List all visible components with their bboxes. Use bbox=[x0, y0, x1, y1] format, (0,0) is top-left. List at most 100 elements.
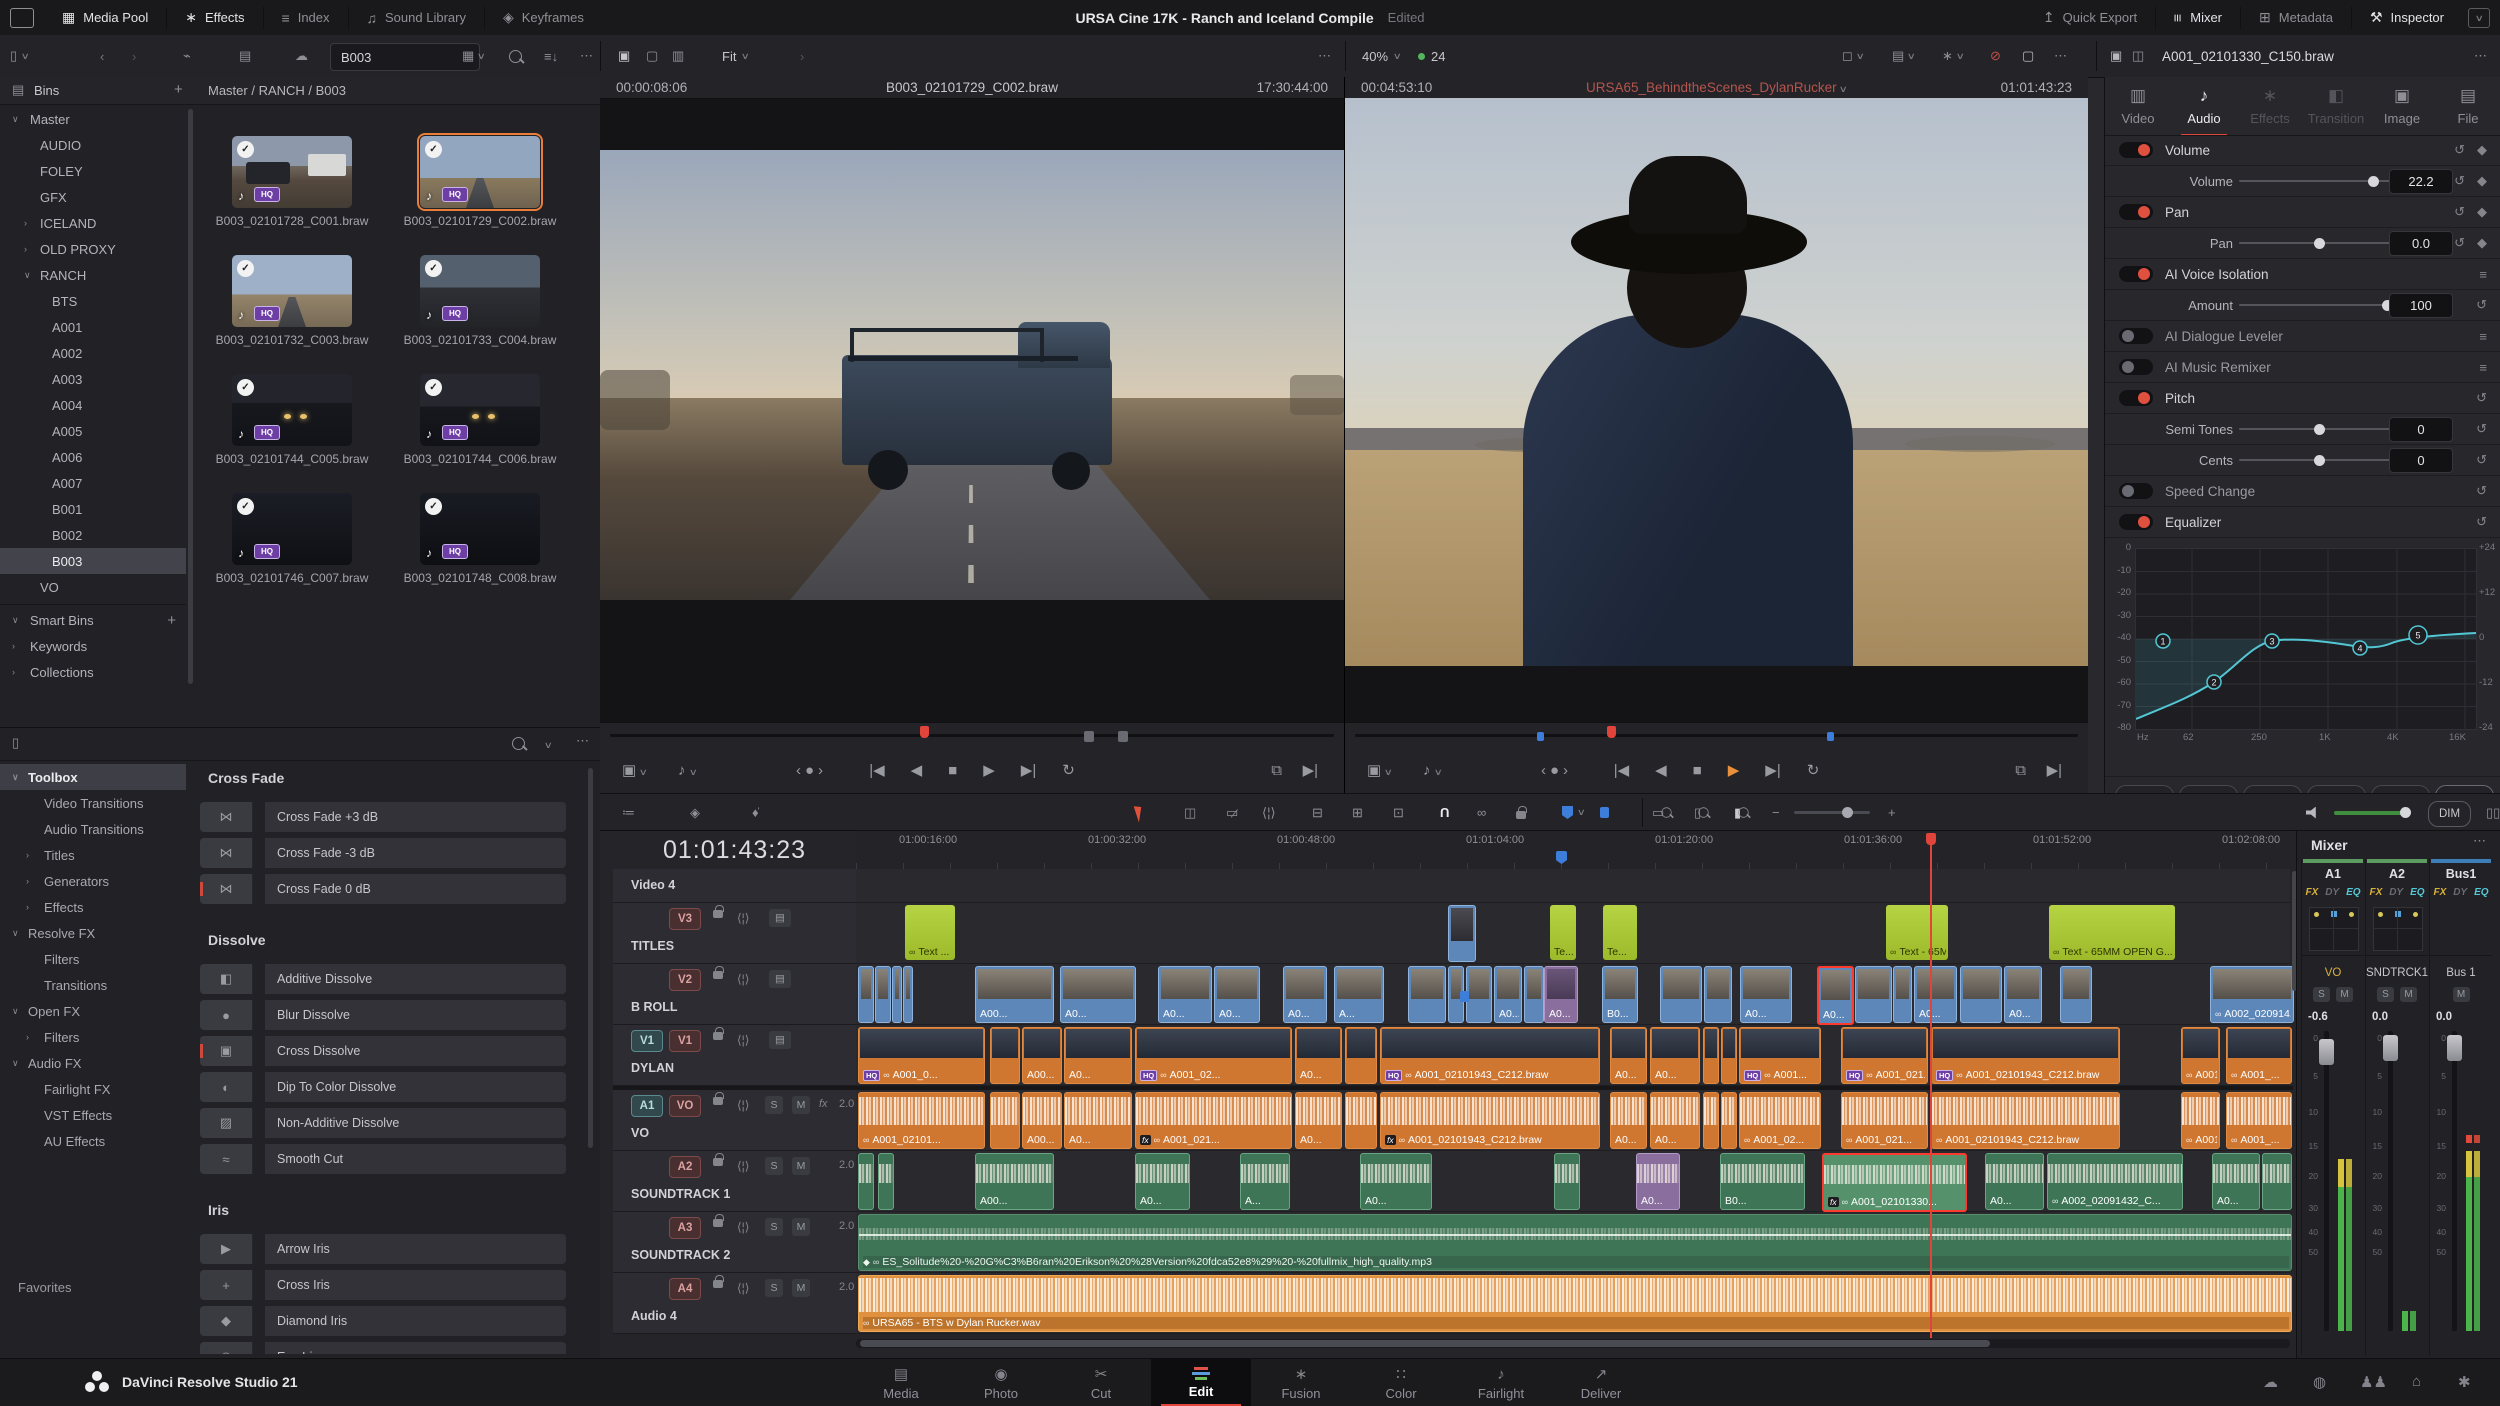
breadcrumb[interactable]: Master / RANCH / B003 bbox=[208, 83, 346, 98]
timeline-clip-a0[interactable]: A0... bbox=[1650, 1092, 1700, 1149]
auto-select-icon[interactable]: ⟨¦⟩ bbox=[737, 1281, 749, 1295]
chevron-down-icon[interactable]: ∨ bbox=[12, 114, 19, 125]
auto-select-icon[interactable]: ⟨¦⟩ bbox=[737, 1159, 749, 1173]
timeline-clip[interactable] bbox=[1466, 966, 1492, 1023]
zoom-out-icon[interactable]: − bbox=[1772, 794, 1780, 831]
mute-button[interactable]: M bbox=[792, 1218, 810, 1236]
top-button-sound-library[interactable]: ♫Sound Library bbox=[353, 0, 480, 35]
slider-track[interactable] bbox=[2239, 428, 2401, 430]
box-overlay-icon[interactable]: ▢ bbox=[2022, 35, 2034, 77]
timeline-clip-te[interactable]: Te... bbox=[1603, 905, 1637, 960]
timeline-clip[interactable] bbox=[2262, 1153, 2292, 1210]
nav-media[interactable]: ▤Media bbox=[851, 1359, 951, 1406]
timeline-clip[interactable] bbox=[1855, 966, 1892, 1023]
timeline-clip-te[interactable]: Te... bbox=[1550, 905, 1576, 960]
timeline-hscrollbar[interactable] bbox=[856, 1339, 2290, 1348]
source-clip-name[interactable]: B003_02101729_C002.braw bbox=[886, 80, 1058, 95]
cast-icon[interactable] bbox=[10, 8, 34, 28]
timeline-name[interactable]: URSA65_BehindtheScenes_DylanRucker ∨ bbox=[1586, 80, 1847, 95]
reset-icon[interactable]: ↺ bbox=[2476, 483, 2487, 499]
effects-search-chevron[interactable]: ∨ bbox=[544, 740, 553, 751]
ruler-marker-flag[interactable] bbox=[1556, 851, 1567, 864]
timeline-clip-a002020914[interactable]: ∞A002_02091432_C... bbox=[2047, 1153, 2183, 1210]
timeline-clip-a001021019[interactable]: HQ∞A001_02101943_C212.braw bbox=[1380, 1027, 1600, 1084]
pan-grid[interactable] bbox=[2373, 907, 2423, 951]
chevron-down-icon[interactable]: ∨ bbox=[24, 270, 31, 281]
fader-handle[interactable] bbox=[2383, 1035, 2398, 1061]
timeline-clip[interactable] bbox=[990, 1027, 1020, 1084]
strip-badge-fx[interactable]: FX bbox=[2433, 887, 2446, 898]
timeline-clip[interactable] bbox=[1448, 905, 1476, 962]
auto-select-icon[interactable]: ⟨¦⟩ bbox=[737, 1033, 749, 1047]
match-frame-icon[interactable]: ⧉ bbox=[1271, 762, 1282, 779]
reset-icon[interactable]: ↺ bbox=[2454, 142, 2465, 158]
forward-icon[interactable]: › bbox=[132, 35, 136, 77]
top-button-index[interactable]: ≡Index bbox=[268, 0, 344, 35]
add-smart-bin-icon[interactable]: + bbox=[167, 612, 176, 629]
slider-handle[interactable] bbox=[2314, 424, 2325, 435]
bin-item-a004[interactable]: A004 bbox=[0, 392, 186, 418]
effect-item-additive-dissolve[interactable]: ◧Additive Dissolve bbox=[200, 964, 566, 994]
toggle-volume[interactable] bbox=[2119, 142, 2153, 158]
track-badge[interactable]: A2 bbox=[669, 1156, 701, 1178]
strip-badge-eq[interactable]: EQ bbox=[2346, 887, 2360, 898]
clip-thumbnail[interactable]: ✓♪HQ bbox=[420, 255, 540, 327]
timeline-clip[interactable] bbox=[1554, 1153, 1580, 1210]
keyframe-icon[interactable]: ◆ bbox=[2477, 204, 2487, 220]
fader-handle[interactable] bbox=[2447, 1035, 2462, 1061]
options-icon[interactable]: ≡ bbox=[2479, 329, 2487, 344]
effects-more-icon[interactable]: ⋯ bbox=[576, 733, 589, 749]
collaboration-icon[interactable]: ♟♟ bbox=[2360, 1373, 2387, 1391]
bin-item-master[interactable]: ∨Master bbox=[0, 106, 186, 132]
timeline-clip-text65mmop[interactable]: ∞Text - 65MM OPEN G... bbox=[2049, 905, 2175, 960]
nav-fairlight[interactable]: ♪Fairlight bbox=[1451, 1359, 1551, 1406]
track-lane-a2[interactable]: A00...A0...A...A0...A0...B0...fx∞A001_02… bbox=[856, 1151, 2290, 1212]
track-lane-v3[interactable]: ∞Text ...Te...Te...∞Text - 65MM...∞Text … bbox=[856, 903, 2290, 964]
chevron-icon[interactable]: › bbox=[26, 1032, 29, 1042]
clip-thumbnail[interactable]: ✓♪HQ bbox=[420, 493, 540, 565]
wand-icon[interactable]: ∗ ∨ bbox=[1942, 35, 1964, 77]
eq-band-3[interactable]: B 3 bbox=[2243, 785, 2302, 793]
pan-grid[interactable] bbox=[2309, 907, 2359, 951]
timeline-clip[interactable] bbox=[1704, 966, 1732, 1023]
tab-transition[interactable]: ◧Transition bbox=[2303, 77, 2369, 135]
strip-badge-fx[interactable]: FX bbox=[2369, 887, 2382, 898]
timeline-clip-a0[interactable]: A0... bbox=[1914, 966, 1957, 1023]
bin-item-a007[interactable]: A007 bbox=[0, 470, 186, 496]
timeline-clip-a0[interactable]: A0... bbox=[1060, 966, 1136, 1023]
eq-band-6[interactable]: B 6 bbox=[2435, 785, 2494, 793]
effect-item-smooth-cut[interactable]: ≈Smooth Cut bbox=[200, 1144, 566, 1174]
tl-go-to-start-button[interactable]: |◀ bbox=[1614, 761, 1629, 779]
slider-handle[interactable] bbox=[2368, 176, 2379, 187]
value-box[interactable]: 0 bbox=[2389, 448, 2453, 473]
marker-color-icon[interactable] bbox=[1600, 794, 1609, 831]
marker-flag-icon[interactable]: ∨ bbox=[1562, 794, 1585, 831]
strip-badge-dy[interactable]: DY bbox=[2389, 887, 2403, 898]
timeline-clip[interactable] bbox=[1703, 1092, 1719, 1149]
snapping-magnet-icon[interactable]: U bbox=[1440, 794, 1449, 831]
clip-marker-flag[interactable] bbox=[1460, 991, 1469, 1002]
timeline-clip-a001[interactable]: ∞A001_... bbox=[2226, 1092, 2292, 1149]
timeline-clip-a0[interactable]: A0... bbox=[1135, 1153, 1190, 1210]
lock-icon[interactable] bbox=[713, 966, 723, 982]
auto-select-icon[interactable]: ⟨¦⟩ bbox=[737, 1098, 749, 1112]
lock-icon[interactable] bbox=[713, 1275, 723, 1291]
cloud-icon[interactable]: ☁ bbox=[295, 35, 308, 77]
tab-video[interactable]: ▥Video bbox=[2105, 77, 2171, 135]
timeline-clip-a0[interactable]: A0... bbox=[1295, 1092, 1342, 1149]
timeline-clip-a001[interactable]: HQ∞A001... bbox=[1739, 1027, 1821, 1084]
timeline-clip-a[interactable]: A... bbox=[1334, 966, 1384, 1023]
effects-scrollbar[interactable] bbox=[588, 768, 593, 1148]
timeline-clip-text65mm[interactable]: ∞Text - 65MM... bbox=[1886, 905, 1948, 960]
clip-thumbnail[interactable]: ✓♪HQ bbox=[420, 374, 540, 446]
bin-item-a006[interactable]: A006 bbox=[0, 444, 186, 470]
toggle-speed-change[interactable] bbox=[2119, 483, 2153, 499]
effects-tree-video-transitions[interactable]: Video Transitions bbox=[0, 790, 186, 816]
proxy-icon[interactable]: ▤ ∨ bbox=[1892, 35, 1915, 77]
add-bin-icon[interactable]: + bbox=[174, 81, 183, 98]
timeline-clip-a001021019[interactable]: ∞A001_02101943_C212.braw bbox=[1931, 1092, 2120, 1149]
track-badge[interactable]: A4 bbox=[669, 1278, 701, 1300]
tl-stop-button[interactable]: ■ bbox=[1693, 762, 1702, 779]
track-header-soundtrack-2[interactable]: A3⟨¦⟩SM2.0SOUNDTRACK 2 bbox=[613, 1212, 856, 1273]
timeline-clip[interactable] bbox=[903, 966, 913, 1023]
